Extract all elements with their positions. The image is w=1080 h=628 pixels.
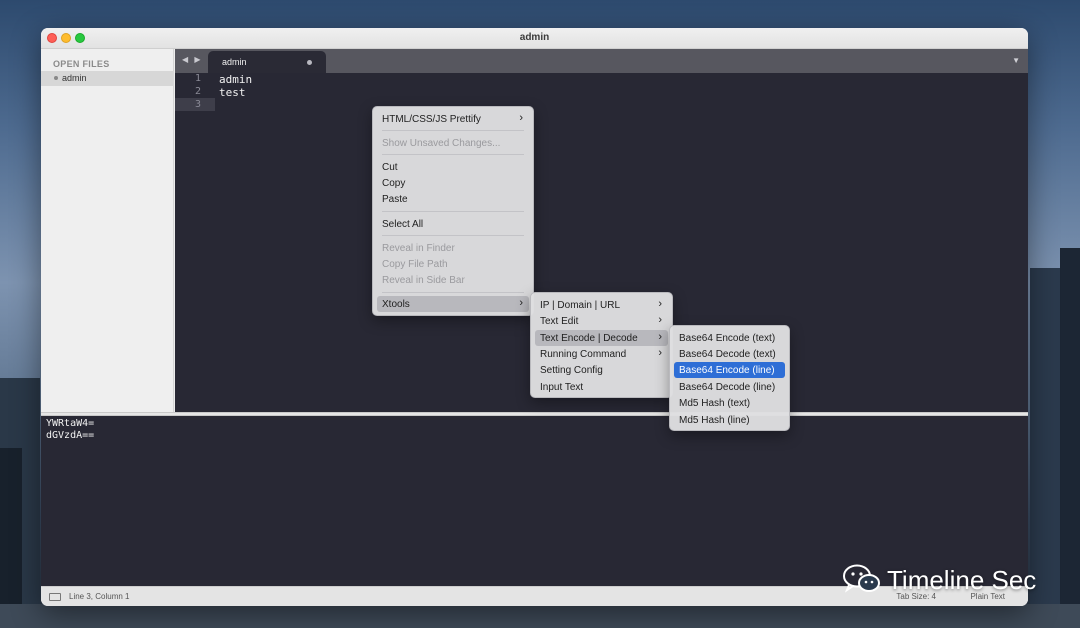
- context-menu: HTML/CSS/JS Prettify › Show Unsaved Chang…: [372, 106, 534, 316]
- wechat-icon: [843, 564, 880, 593]
- menu-separator: [382, 130, 524, 131]
- output-line: dGVzdA==: [46, 430, 95, 441]
- open-files-header: OPEN FILES: [53, 59, 110, 69]
- submenu-arrow-icon: ›: [519, 297, 523, 309]
- menu-item-base64-encode-line[interactable]: Base64 Encode (line): [674, 362, 785, 378]
- menu-item-copy-path[interactable]: Copy File Path: [377, 256, 529, 272]
- line-number: 1: [194, 73, 201, 84]
- tab-label: admin: [222, 57, 247, 67]
- title-bar: admin: [41, 28, 1028, 49]
- menu-item-text-encode-decode[interactable]: Text Encode | Decode ›: [535, 330, 668, 346]
- menu-item-ip-domain-url[interactable]: IP | Domain | URL ›: [535, 297, 668, 313]
- output-line: YWRtaW4=: [46, 418, 95, 429]
- line-number: 2: [194, 86, 201, 97]
- menu-item-md5-hash-line[interactable]: Md5 Hash (line): [674, 412, 785, 428]
- line-number: 3: [194, 99, 201, 110]
- file-dot-icon: [54, 76, 58, 80]
- panel-toggle-icon[interactable]: [49, 593, 61, 601]
- encode-submenu: Base64 Encode (text) Base64 Decode (text…: [669, 325, 790, 431]
- background-building: [0, 448, 22, 628]
- background-street: [0, 604, 1080, 628]
- menu-separator: [382, 235, 524, 236]
- sidebar-file-label: admin: [62, 73, 87, 83]
- sidebar: OPEN FILES admin: [41, 49, 174, 412]
- code-line[interactable]: admin: [219, 73, 252, 86]
- tab-nav-arrows-icon[interactable]: ◀ ▶: [182, 55, 203, 64]
- menu-item-base64-decode-line[interactable]: Base64 Decode (line): [674, 379, 785, 395]
- menu-item-select-all[interactable]: Select All: [377, 216, 529, 232]
- tab-bar: ◀ ▶ admin ▼: [175, 49, 1028, 73]
- menu-item-xtools[interactable]: Xtools ›: [377, 296, 529, 312]
- submenu-arrow-icon: ›: [658, 347, 662, 359]
- submenu-arrow-icon: ›: [658, 331, 662, 343]
- background-building: [1060, 248, 1080, 628]
- watermark-text: Timeline Sec: [887, 565, 1037, 595]
- menu-item-show-unsaved[interactable]: Show Unsaved Changes...: [377, 135, 529, 151]
- menu-item-cut[interactable]: Cut: [377, 159, 529, 175]
- menu-item-paste[interactable]: Paste: [377, 191, 529, 207]
- menu-separator: [382, 211, 524, 212]
- menu-item-reveal-sidebar[interactable]: Reveal in Side Bar: [377, 272, 529, 288]
- menu-item-copy[interactable]: Copy: [377, 175, 529, 191]
- menu-item-prettify[interactable]: HTML/CSS/JS Prettify ›: [377, 111, 529, 127]
- code-line[interactable]: test: [219, 86, 246, 99]
- output-panel[interactable]: YWRtaW4= dGVzdA==: [41, 416, 1028, 586]
- menu-separator: [382, 292, 524, 293]
- menu-item-input-text[interactable]: Input Text: [535, 379, 668, 395]
- tab-admin[interactable]: admin: [208, 51, 326, 73]
- menu-item-setting-config[interactable]: Setting Config: [535, 362, 668, 378]
- window-title: admin: [519, 32, 550, 43]
- unsaved-dot-icon[interactable]: [307, 60, 312, 65]
- menu-item-base64-decode-text[interactable]: Base64 Decode (text): [674, 346, 785, 362]
- menu-item-reveal-finder[interactable]: Reveal in Finder: [377, 240, 529, 256]
- sidebar-file-admin[interactable]: admin: [41, 71, 174, 86]
- menu-item-text-edit[interactable]: Text Edit ›: [535, 313, 668, 329]
- submenu-arrow-icon: ›: [519, 112, 523, 124]
- xtools-submenu: IP | Domain | URL › Text Edit › Text Encod…: [530, 292, 673, 398]
- menu-separator: [382, 154, 524, 155]
- menu-item-base64-encode-text[interactable]: Base64 Encode (text): [674, 330, 785, 346]
- cursor-position: Line 3, Column 1: [69, 592, 130, 601]
- submenu-arrow-icon: ›: [658, 314, 662, 326]
- menu-item-running-command[interactable]: Running Command ›: [535, 346, 668, 362]
- menu-item-md5-hash-text[interactable]: Md5 Hash (text): [674, 395, 785, 411]
- tab-overflow-icon[interactable]: ▼: [1012, 56, 1020, 65]
- line-gutter: 1 2 3: [175, 73, 215, 412]
- submenu-arrow-icon: ›: [658, 298, 662, 310]
